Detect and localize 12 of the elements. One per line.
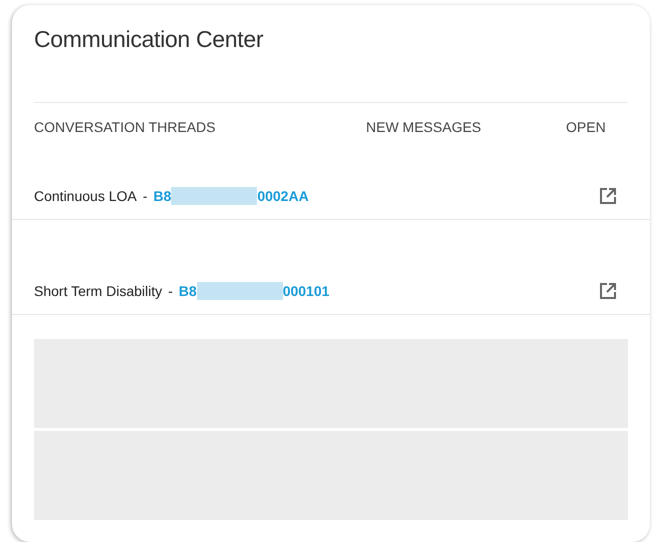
- separator: -: [168, 282, 173, 298]
- thread-type: Continuous LOA: [34, 188, 137, 204]
- thread-type: Short Term Disability: [34, 282, 162, 298]
- thread-link[interactable]: B8 0002AA: [153, 186, 309, 204]
- external-link-icon[interactable]: [598, 280, 618, 300]
- column-header: CONVERSATION THREADS: [34, 118, 216, 134]
- card-title: Communication Center: [34, 26, 264, 53]
- column-header: NEW MESSAGES: [366, 118, 482, 134]
- separator: -: [142, 188, 148, 204]
- thread-link[interactable]: B8 000101: [178, 282, 330, 300]
- column-header: OPEN: [566, 118, 606, 134]
- external-link-icon[interactable]: [598, 186, 618, 206]
